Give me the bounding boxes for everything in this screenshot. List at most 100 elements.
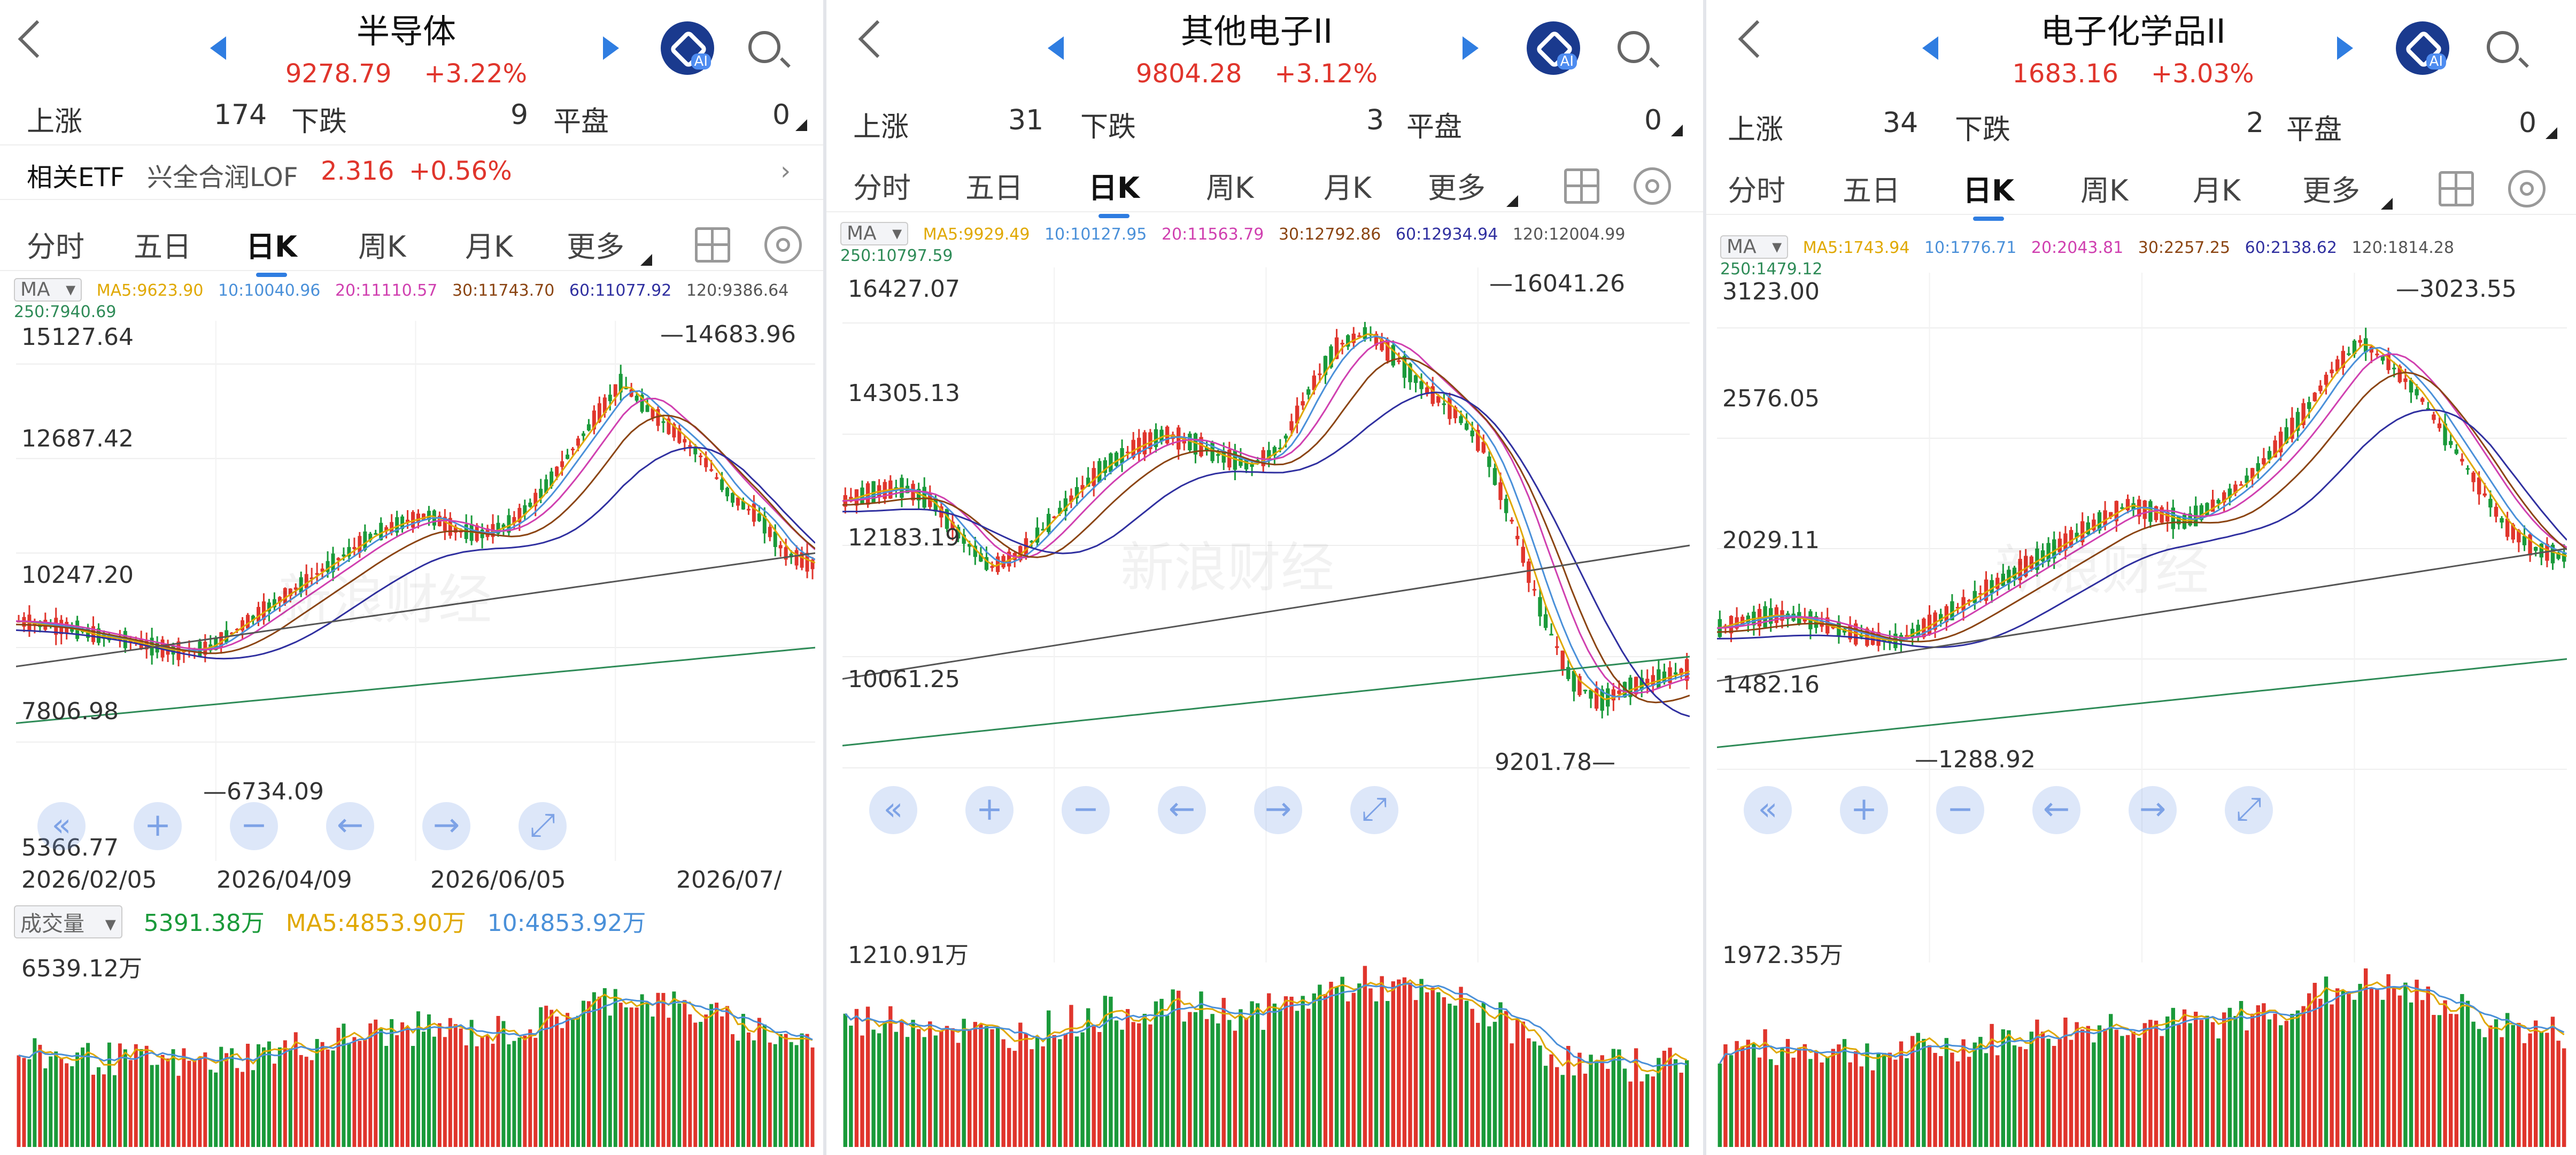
volume-bar	[1978, 1037, 1983, 1147]
tab-more[interactable]: 更多	[2302, 167, 2360, 209]
tab-more[interactable]: 更多	[1428, 164, 1486, 206]
settings-icon[interactable]	[764, 226, 802, 264]
candle-body	[555, 466, 559, 476]
arrow-right-icon[interactable]: →	[1254, 786, 1302, 834]
volume-bar	[187, 1060, 191, 1147]
candle-body	[1498, 482, 1503, 500]
tab-weekly-k[interactable]: 周K	[1206, 164, 1254, 206]
volume-chart[interactable]	[842, 930, 1690, 1147]
layout-grid-icon[interactable]	[1564, 168, 1599, 204]
tab-daily-k[interactable]: 日K	[1963, 167, 2014, 221]
tab-intraday[interactable]: 分时	[853, 164, 911, 206]
volume-bar	[645, 1002, 649, 1147]
tab-weekly-k[interactable]: 周K	[2080, 167, 2128, 209]
fullscreen-icon[interactable]: ⤢	[519, 802, 567, 850]
volume-bar	[374, 1019, 378, 1147]
tab-five-day[interactable]: 五日	[134, 223, 191, 265]
next-index-icon[interactable]	[603, 36, 619, 60]
settings-icon[interactable]	[2508, 170, 2546, 207]
kline-chart[interactable]	[842, 267, 1690, 962]
expand-corner-icon[interactable]	[795, 119, 807, 131]
volume-bar	[1267, 993, 1271, 1147]
flat-count: 0	[2519, 107, 2537, 139]
tab-weekly-k[interactable]: 周K	[358, 223, 406, 265]
kline-chart[interactable]	[1717, 273, 2567, 962]
volume-bar	[384, 1045, 389, 1147]
tab-five-day[interactable]: 五日	[1843, 167, 1900, 209]
volume-bar	[38, 1044, 42, 1147]
layout-grid-icon[interactable]	[2439, 171, 2474, 206]
volume-bar	[555, 1017, 559, 1147]
expand-corner-icon[interactable]	[2546, 127, 2557, 139]
change: +3.12%	[1274, 59, 1378, 89]
fullscreen-icon[interactable]: ⤢	[2225, 786, 2273, 834]
volume-chart[interactable]	[16, 941, 815, 1147]
zoom-out-icon[interactable]: −	[230, 802, 278, 850]
volume-bar	[854, 1008, 859, 1147]
zoom-out-icon[interactable]: −	[1062, 786, 1110, 834]
more-dropdown-icon[interactable]	[2381, 198, 2393, 210]
volume-selector-button[interactable]: 成交量 ▾	[14, 905, 122, 938]
zoom-in-icon[interactable]: +	[1840, 786, 1888, 834]
tab-more[interactable]: 更多	[567, 223, 624, 265]
volume-bar	[911, 1020, 915, 1147]
expand-corner-icon[interactable]	[1671, 125, 1683, 136]
tab-monthly-k[interactable]: 月K	[2193, 167, 2240, 209]
volume-bar	[984, 1026, 989, 1147]
zoom-in-icon[interactable]: +	[134, 802, 182, 850]
double-left-icon[interactable]: «	[869, 786, 917, 834]
tab-five-day[interactable]: 五日	[965, 164, 1023, 206]
layout-grid-icon[interactable]	[695, 227, 730, 263]
zoom-out-icon[interactable]: −	[1936, 786, 1984, 834]
chevron-right-icon[interactable]: ›	[780, 156, 791, 186]
candle-body	[1470, 430, 1474, 436]
arrow-left-icon[interactable]: ←	[1158, 786, 1206, 834]
search-icon[interactable]	[1618, 31, 1650, 63]
volume-bar	[746, 1032, 751, 1147]
volume-bar	[1611, 1049, 1616, 1147]
ma-selector-button[interactable]: MA ▾	[14, 278, 82, 302]
arrow-left-icon[interactable]: ←	[2032, 786, 2080, 834]
candle-body	[2392, 367, 2396, 369]
volume-bar	[2023, 1049, 2028, 1147]
tab-intraday[interactable]: 分时	[1728, 167, 1785, 209]
zoom-in-icon[interactable]: +	[965, 786, 1014, 834]
search-icon[interactable]	[748, 31, 780, 63]
period-tabs: 分时 五日 日K 周K 月K 更多	[1706, 155, 2576, 221]
double-left-icon[interactable]: «	[37, 802, 86, 850]
volume-bar	[2420, 1000, 2425, 1147]
arrow-right-icon[interactable]: →	[2129, 786, 2177, 834]
volume-bar	[2550, 1017, 2555, 1147]
volume-chart[interactable]	[1717, 930, 2567, 1147]
volume-bar	[741, 1014, 745, 1147]
double-left-icon[interactable]: «	[1744, 786, 1792, 834]
ai-assistant-icon[interactable]: AI	[1527, 21, 1580, 75]
flat-count: 0	[1644, 104, 1662, 136]
ai-assistant-icon[interactable]: AI	[2396, 21, 2449, 75]
next-index-icon[interactable]	[2337, 36, 2353, 60]
settings-icon[interactable]	[1634, 167, 1671, 205]
fullscreen-icon[interactable]: ⤢	[1350, 786, 1398, 834]
ma250: 250:7940.69	[14, 303, 117, 321]
more-dropdown-icon[interactable]	[1506, 195, 1518, 207]
ma-selector-button[interactable]: MA ▾	[840, 222, 909, 245]
volume-bar	[2533, 1020, 2538, 1147]
tab-monthly-k[interactable]: 月K	[1324, 164, 1371, 206]
search-icon[interactable]	[2487, 31, 2519, 63]
next-index-icon[interactable]	[1463, 36, 1479, 60]
tab-daily-k[interactable]: 日K	[1088, 164, 1140, 218]
volume-bar	[2007, 1030, 2011, 1147]
arrow-left-icon[interactable]: ←	[326, 802, 374, 850]
volume-bar	[2517, 1022, 2521, 1147]
ma-selector-button[interactable]: MA ▾	[1720, 235, 1789, 259]
volume-bar	[390, 1019, 394, 1147]
volume-bar	[2262, 1003, 2266, 1147]
ai-assistant-icon[interactable]: AI	[661, 21, 714, 75]
tab-intraday[interactable]: 分时	[27, 223, 84, 265]
tab-monthly-k[interactable]: 月K	[465, 223, 513, 265]
more-dropdown-icon[interactable]	[640, 254, 652, 266]
related-etf-row[interactable]: 相关ETF 兴全合润LOF 2.316 +0.56% ›	[0, 144, 823, 200]
ma120: 120:9386.64	[686, 281, 789, 300]
tab-daily-k[interactable]: 日K	[246, 223, 297, 277]
arrow-right-icon[interactable]: →	[422, 802, 470, 850]
